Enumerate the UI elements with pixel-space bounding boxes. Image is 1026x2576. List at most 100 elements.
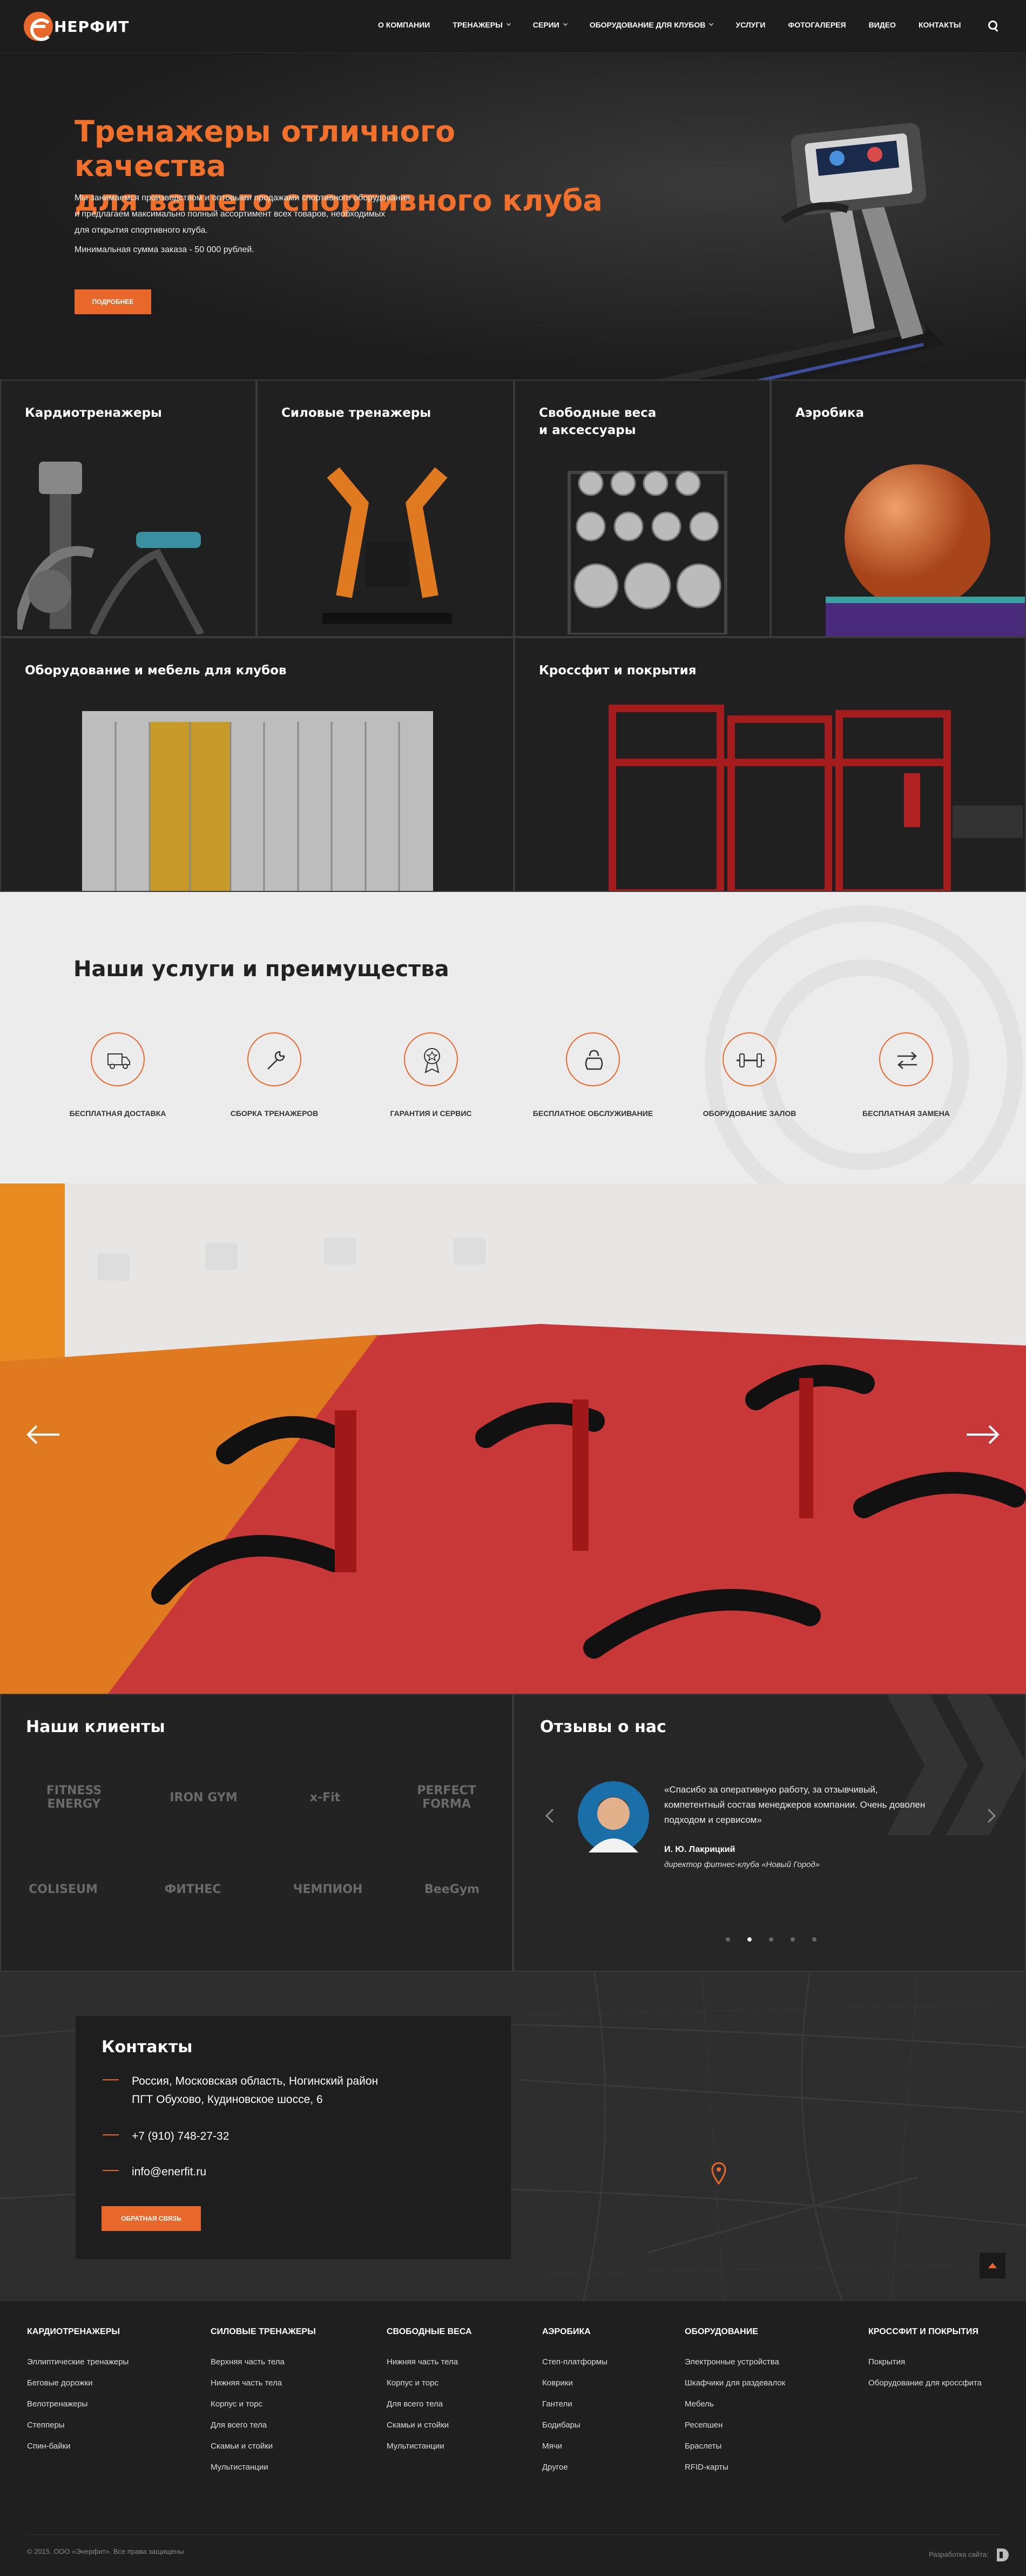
- category-aerobics[interactable]: Аэробика: [771, 380, 1026, 637]
- footer-link[interactable]: Для всего тела: [387, 2399, 472, 2409]
- footer-column-title: Свободные веса: [387, 2327, 472, 2336]
- client-logo: ФИТНЕС: [164, 1882, 221, 1896]
- footer-link[interactable]: Спин-байки: [27, 2442, 129, 2451]
- strength-image: [322, 467, 452, 624]
- clients-section: Наши клиенты FITNESS ENERGY IRON GYM x-F…: [0, 1694, 513, 1972]
- category-free-weights[interactable]: Свободные веса и аксессуары: [514, 380, 771, 637]
- client-logo: IRON GYM: [170, 1790, 238, 1804]
- slider-dot[interactable]: [791, 1937, 795, 1942]
- category-cardio[interactable]: Кардиотренажеры: [0, 380, 256, 637]
- contact-email[interactable]: info@enerfit.ru: [103, 2163, 206, 2181]
- footer-link[interactable]: Скамьи и стойки: [211, 2442, 316, 2451]
- category-strength[interactable]: Силовые тренажеры: [256, 380, 514, 637]
- category-title: Оборудование и мебель для клубов: [25, 664, 287, 678]
- scroll-top-button[interactable]: [980, 2253, 1005, 2278]
- nav-item-about[interactable]: О компании: [378, 21, 430, 29]
- arrow-up-icon: [988, 2263, 997, 2268]
- slider-dot[interactable]: [769, 1937, 773, 1942]
- footer-link[interactable]: Бодибары: [542, 2421, 608, 2430]
- footer-link[interactable]: Мебель: [685, 2399, 785, 2409]
- reviewer-avatar: [578, 1781, 649, 1852]
- slider-next-arrow-icon[interactable]: [966, 1424, 1000, 1445]
- hero-description: Мы занимаемся производством и оптовыми п…: [75, 193, 410, 235]
- nav-item-club-equipment[interactable]: Оборудование для клубов: [590, 21, 714, 29]
- footer-link[interactable]: Коврики: [542, 2378, 608, 2388]
- service-label: Бесплатная замена: [862, 1109, 950, 1118]
- dash-decoration: [103, 2079, 119, 2080]
- hero-more-button[interactable]: Подробнее: [75, 289, 151, 314]
- footer-column-aerobics: Аэробика Степ-платформы Коврики Гантели …: [542, 2327, 608, 2484]
- logo-icon: [24, 12, 53, 41]
- footer-link[interactable]: Нижняя часть тела: [387, 2357, 472, 2367]
- nav-item-series[interactable]: Серии: [533, 21, 568, 29]
- crossfit-rig-image: [609, 705, 1023, 891]
- nav-item-gallery[interactable]: Фотогалерея: [788, 21, 846, 29]
- chevron-down-icon: [506, 21, 511, 26]
- footer-link[interactable]: Ресепшен: [685, 2421, 785, 2430]
- footer-link[interactable]: Мультистанции: [211, 2463, 316, 2472]
- footer-link[interactable]: Корпус и торс: [387, 2378, 472, 2388]
- service-label: Оборудование залов: [703, 1109, 796, 1118]
- category-club-equipment[interactable]: Оборудование и мебель для клубов: [0, 637, 514, 892]
- footer-link[interactable]: Гантели: [542, 2399, 608, 2409]
- service-label: Бесплатная доставка: [69, 1109, 166, 1118]
- nav-item-video[interactable]: Видео: [869, 21, 896, 29]
- developer-credit[interactable]: Разработка сайта:: [929, 2547, 1010, 2563]
- footer-link[interactable]: Мультистанции: [387, 2442, 472, 2451]
- map-pin-icon[interactable]: [711, 2162, 727, 2185]
- slider-dot[interactable]: [726, 1937, 730, 1942]
- reviews-title: Отзывы о нас: [540, 1718, 666, 1736]
- footer-link[interactable]: Степперы: [27, 2421, 129, 2430]
- client-logo: ЧЕМПИОН: [293, 1882, 363, 1896]
- footer-link[interactable]: Скамьи и стойки: [387, 2421, 472, 2430]
- footer-link[interactable]: Велотренажеры: [27, 2399, 129, 2409]
- wrench-icon: [247, 1032, 301, 1086]
- service-label: Сборка тренажеров: [230, 1109, 319, 1118]
- footer-column-strength: Силовые тренажеры Верхняя часть тела Ниж…: [211, 2327, 316, 2484]
- review-next-icon[interactable]: [986, 1808, 997, 1823]
- slider-prev-arrow-icon[interactable]: [26, 1424, 60, 1445]
- aerobics-image: [826, 464, 1025, 636]
- footer-link[interactable]: Беговые дорожки: [27, 2378, 129, 2388]
- services-title: Наши услуги и преимущества: [73, 957, 449, 982]
- footer-link[interactable]: Степ-платформы: [542, 2357, 608, 2367]
- reviews-section: Отзывы о нас «Спасибо за оперативную раб…: [513, 1694, 1026, 1972]
- footer-column-crossfit: Кроссфит и покрытия Покрытия Оборудовани…: [868, 2327, 982, 2399]
- service-label: Бесплатное обслуживание: [532, 1109, 653, 1118]
- slider-dot[interactable]: [812, 1937, 816, 1942]
- client-logo: x-Fit: [309, 1790, 341, 1804]
- footer-link[interactable]: RFID-карты: [685, 2463, 785, 2472]
- review-prev-icon[interactable]: [544, 1808, 555, 1823]
- kettlebell-icon: [566, 1032, 620, 1086]
- logo[interactable]: НЕРФИТ: [24, 12, 129, 41]
- nav-item-equipment[interactable]: Тренажеры: [453, 21, 511, 29]
- footer-link[interactable]: Покрытия: [868, 2357, 982, 2367]
- footer-link[interactable]: Оборудование для кроссфита: [868, 2378, 982, 2388]
- contacts-map-section: Контакты Россия, Московская область, Ног…: [0, 1972, 1026, 2301]
- footer-link[interactable]: Корпус и торс: [211, 2399, 316, 2409]
- footer-link[interactable]: Другое: [542, 2463, 608, 2472]
- footer-link[interactable]: Мячи: [542, 2442, 608, 2451]
- slider-dot-active[interactable]: [747, 1937, 752, 1942]
- category-crossfit[interactable]: Кроссфит и покрытия: [514, 637, 1026, 892]
- search-icon[interactable]: [988, 21, 999, 31]
- clients-title: Наши клиенты: [26, 1718, 165, 1736]
- category-title: Свободные веса и аксессуары: [539, 406, 657, 437]
- client-logo: COLISEUM: [29, 1882, 98, 1896]
- dash-decoration: [103, 2170, 119, 2171]
- category-title: Силовые тренажеры: [281, 406, 431, 420]
- footer-link[interactable]: Для всего тела: [211, 2421, 316, 2430]
- footer-link[interactable]: Нижняя часть тела: [211, 2378, 316, 2388]
- footer-link[interactable]: Электронные устройства: [685, 2357, 785, 2367]
- contact-phone[interactable]: +7 (910) 748-27-32: [103, 2127, 229, 2146]
- review-author-position: директор фитнес-клуба «Новый Город»: [664, 1860, 820, 1869]
- service-warranty: Гарантия и сервис: [350, 1032, 512, 1118]
- nav-item-services[interactable]: Услуги: [735, 21, 765, 29]
- feedback-button[interactable]: Обратная связь: [102, 2206, 201, 2231]
- footer-link[interactable]: Эллиптические тренажеры: [27, 2357, 129, 2367]
- footer-link[interactable]: Шкафчики для раздевалок: [685, 2378, 785, 2388]
- footer-link[interactable]: Верхняя часть тела: [211, 2357, 316, 2367]
- developer-logo-icon: [997, 2548, 1009, 2561]
- footer-link[interactable]: Браслеты: [685, 2442, 785, 2451]
- nav-item-contacts[interactable]: Контакты: [919, 21, 961, 29]
